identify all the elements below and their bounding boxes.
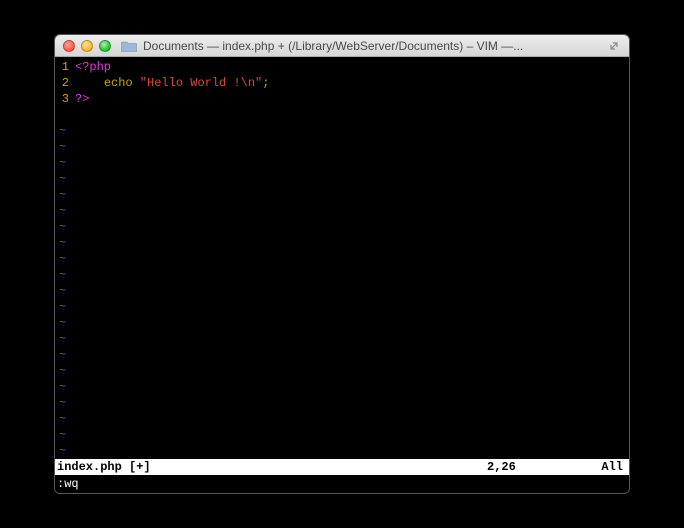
empty-line-tilde: ~ — [55, 363, 629, 379]
code-content: <?php — [75, 59, 111, 75]
folder-icon — [121, 40, 137, 52]
empty-line-tilde: ~ — [55, 155, 629, 171]
empty-line-tilde: ~ — [55, 411, 629, 427]
empty-line-tilde: ~ — [55, 427, 629, 443]
line-number: 3 — [55, 91, 75, 107]
code-line[interactable]: 2 echo "Hello World !\n"; — [55, 75, 629, 91]
status-filename: index.php [+] — [57, 460, 487, 474]
line-number: 1 — [55, 59, 75, 75]
empty-line-tilde: ~ — [55, 251, 629, 267]
status-bar: index.php [+] 2,26 All — [55, 459, 629, 475]
empty-line-tilde: ~ — [55, 235, 629, 251]
code-content: echo "Hello World !\n"; — [75, 75, 269, 91]
status-scroll: All — [587, 460, 627, 474]
empty-line-tilde: ~ — [55, 123, 629, 139]
line-number: 2 — [55, 75, 75, 91]
empty-line-tilde: ~ — [55, 347, 629, 363]
empty-line-tilde: ~ — [55, 203, 629, 219]
zoom-icon[interactable] — [99, 40, 111, 52]
terminal-window: Documents — index.php + (/Library/WebSer… — [54, 34, 630, 494]
close-icon[interactable] — [63, 40, 75, 52]
empty-line-tilde: ~ — [55, 299, 629, 315]
titlebar[interactable]: Documents — index.php + (/Library/WebSer… — [55, 35, 629, 57]
empty-line-tilde: ~ — [55, 267, 629, 283]
code-line[interactable]: 1<?php — [55, 59, 629, 75]
empty-line-tilde: ~ — [55, 219, 629, 235]
code-line[interactable]: 3?> — [55, 91, 629, 107]
empty-line-tilde: ~ — [55, 331, 629, 347]
status-position: 2,26 — [487, 460, 587, 474]
empty-line-tilde: ~ — [55, 379, 629, 395]
minimize-icon[interactable] — [81, 40, 93, 52]
empty-line-tilde: ~ — [55, 395, 629, 411]
code-content: ?> — [75, 91, 89, 107]
empty-line-tilde: ~ — [55, 187, 629, 203]
empty-line-tilde: ~ — [55, 315, 629, 331]
empty-line-tilde: ~ — [55, 283, 629, 299]
empty-line-tilde: ~ — [55, 171, 629, 187]
empty-line-tilde: ~ — [55, 443, 629, 459]
window-title: Documents — index.php + (/Library/WebSer… — [143, 39, 607, 53]
command-line[interactable]: :wq — [55, 475, 629, 493]
traffic-lights — [63, 40, 111, 52]
empty-line-tilde: ~ — [55, 139, 629, 155]
command-text: :wq — [57, 477, 79, 491]
editor-area[interactable]: 1<?php2 echo "Hello World !\n";3?> ~~~~~… — [55, 57, 629, 459]
expand-icon[interactable] — [607, 39, 621, 53]
